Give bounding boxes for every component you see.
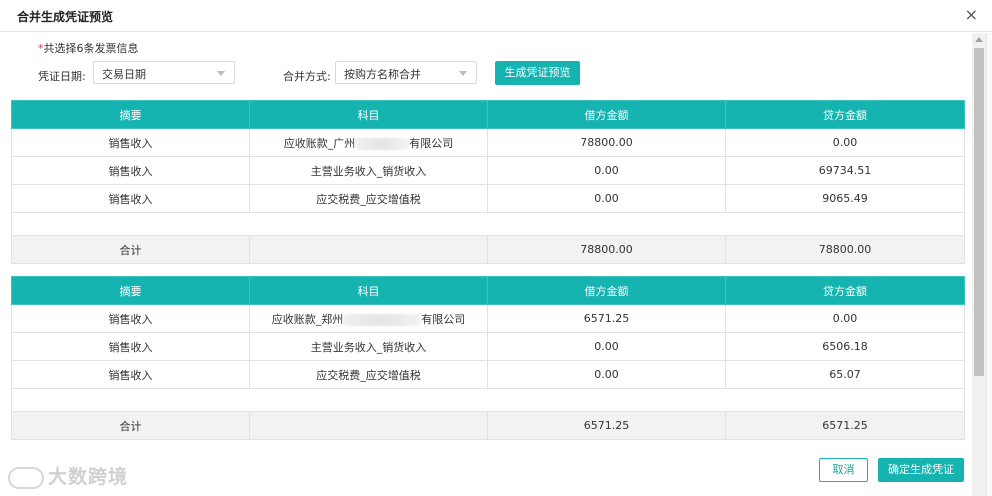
cancel-button[interactable]: 取消 bbox=[819, 458, 868, 482]
credit-cell: 0.00 bbox=[725, 304, 965, 333]
table-header-row: 摘要 科目 借方金额 贷方金额 bbox=[11, 276, 965, 305]
debit-cell: 0.00 bbox=[487, 156, 726, 185]
total-credit-cell: 78800.00 bbox=[725, 235, 965, 264]
close-icon[interactable]: × bbox=[965, 6, 978, 24]
watermark-logo-icon bbox=[8, 466, 44, 489]
debit-cell: 0.00 bbox=[487, 332, 726, 361]
chevron-down-icon bbox=[217, 71, 225, 76]
scrollbar-thumb[interactable] bbox=[974, 48, 984, 376]
dialog-header: 合并生成凭证预览 × bbox=[0, 0, 992, 32]
blank-row bbox=[11, 212, 965, 236]
subject-cell: 主营业务收入_销货收入 bbox=[249, 156, 488, 185]
debit-cell: 0.00 bbox=[487, 360, 726, 389]
table-row: 销售收入 应收账款_广州 有限公司 78800.00 0.00 bbox=[11, 128, 965, 157]
total-credit-cell: 6571.25 bbox=[725, 411, 965, 440]
subject-cell: 主营业务收入_销货收入 bbox=[249, 332, 488, 361]
total-debit-cell: 78800.00 bbox=[487, 235, 726, 264]
scroll-up-arrow-icon[interactable] bbox=[975, 37, 983, 42]
blank-cell bbox=[11, 212, 965, 236]
total-row: 合计 6571.25 6571.25 bbox=[11, 411, 965, 440]
voucher-date-value: 交易日期 bbox=[102, 68, 146, 81]
total-row: 合计 78800.00 78800.00 bbox=[11, 235, 965, 264]
dialog-title: 合并生成凭证预览 bbox=[17, 10, 114, 24]
merge-mode-value: 按购方名称合并 bbox=[344, 68, 421, 81]
total-empty-cell bbox=[249, 411, 488, 440]
debit-cell: 78800.00 bbox=[487, 128, 726, 157]
merge-mode-label: 合并方式: bbox=[283, 70, 331, 83]
column-header-credit: 贷方金额 bbox=[725, 276, 965, 305]
subject-text: 应收账款_广州 bbox=[283, 136, 356, 150]
dialog-body: *共选择6条发票信息 凭证日期: 交易日期 合并方式: 按购方名称合并 生成凭证… bbox=[0, 33, 972, 457]
column-header-subject: 科目 bbox=[249, 100, 488, 129]
summary-cell: 销售收入 bbox=[11, 128, 250, 157]
table-row: 销售收入 应交税费_应交增值税 0.00 65.07 bbox=[11, 360, 965, 389]
subject-cell: 应交税费_应交增值税 bbox=[249, 360, 488, 389]
subject-cell: 应收账款_广州 有限公司 bbox=[249, 128, 488, 157]
table-row: 销售收入 主营业务收入_销货收入 0.00 69734.51 bbox=[11, 156, 965, 185]
subject-text: 应收账款_郑州 bbox=[271, 312, 344, 326]
column-header-summary: 摘要 bbox=[11, 100, 250, 129]
generate-preview-button[interactable]: 生成凭证预览 bbox=[495, 61, 580, 85]
voucher-table: 摘要 科目 借方金额 贷方金额 销售收入 应收账款_广州 有限公司 78800.0… bbox=[11, 100, 965, 264]
credit-cell: 0.00 bbox=[725, 128, 965, 157]
credit-cell: 9065.49 bbox=[725, 184, 965, 213]
column-header-subject: 科目 bbox=[249, 276, 488, 305]
vertical-scrollbar[interactable] bbox=[972, 33, 986, 496]
credit-cell: 65.07 bbox=[725, 360, 965, 389]
summary-cell: 销售收入 bbox=[11, 156, 250, 185]
table-row: 销售收入 应收账款_郑州 有限公司 6571.25 0.00 bbox=[11, 304, 965, 333]
voucher-date-select[interactable]: 交易日期 bbox=[93, 61, 235, 84]
chevron-down-icon bbox=[459, 71, 467, 76]
blank-cell bbox=[11, 388, 965, 412]
subject-cell: 应收账款_郑州 有限公司 bbox=[249, 304, 488, 333]
credit-cell: 69734.51 bbox=[725, 156, 965, 185]
summary-cell: 销售收入 bbox=[11, 184, 250, 213]
confirm-generate-button[interactable]: 确定生成凭证 bbox=[878, 458, 964, 482]
column-header-debit: 借方金额 bbox=[487, 100, 726, 129]
voucher-table: 摘要 科目 借方金额 贷方金额 销售收入 应收账款_郑州 有限公司 6571.25… bbox=[11, 276, 965, 440]
redacted-mask bbox=[355, 137, 410, 150]
debit-cell: 0.00 bbox=[487, 184, 726, 213]
voucher-preview-dialog: 合并生成凭证预览 × *共选择6条发票信息 凭证日期: 交易日期 合并方式: 按… bbox=[0, 0, 992, 496]
total-debit-cell: 6571.25 bbox=[487, 411, 726, 440]
column-header-debit: 借方金额 bbox=[487, 276, 726, 305]
table-row: 销售收入 应交税费_应交增值税 0.00 9065.49 bbox=[11, 184, 965, 213]
subject-cell: 应交税费_应交增值税 bbox=[249, 184, 488, 213]
watermark: 大数跨境 bbox=[8, 462, 128, 489]
debit-cell: 6571.25 bbox=[487, 304, 726, 333]
credit-cell: 6506.18 bbox=[725, 332, 965, 361]
summary-cell: 销售收入 bbox=[11, 304, 250, 333]
column-header-summary: 摘要 bbox=[11, 276, 250, 305]
redacted-mask bbox=[343, 313, 422, 326]
subject-suffix: 有限公司 bbox=[421, 312, 466, 326]
total-label-cell: 合计 bbox=[11, 411, 250, 440]
background-page-edge bbox=[986, 33, 992, 496]
total-empty-cell bbox=[249, 235, 488, 264]
subject-suffix: 有限公司 bbox=[409, 136, 454, 150]
selection-hint-text: 共选择6条发票信息 bbox=[43, 42, 139, 55]
total-label-cell: 合计 bbox=[11, 235, 250, 264]
table-header-row: 摘要 科目 借方金额 贷方金额 bbox=[11, 100, 965, 129]
table-row: 销售收入 主营业务收入_销货收入 0.00 6506.18 bbox=[11, 332, 965, 361]
voucher-date-label: 凭证日期: bbox=[38, 70, 86, 83]
watermark-text: 大数跨境 bbox=[48, 466, 129, 488]
blank-row bbox=[11, 388, 965, 412]
merge-mode-select[interactable]: 按购方名称合并 bbox=[335, 61, 477, 84]
summary-cell: 销售收入 bbox=[11, 360, 250, 389]
column-header-credit: 贷方金额 bbox=[725, 100, 965, 129]
summary-cell: 销售收入 bbox=[11, 332, 250, 361]
selection-hint: *共选择6条发票信息 bbox=[38, 40, 139, 56]
